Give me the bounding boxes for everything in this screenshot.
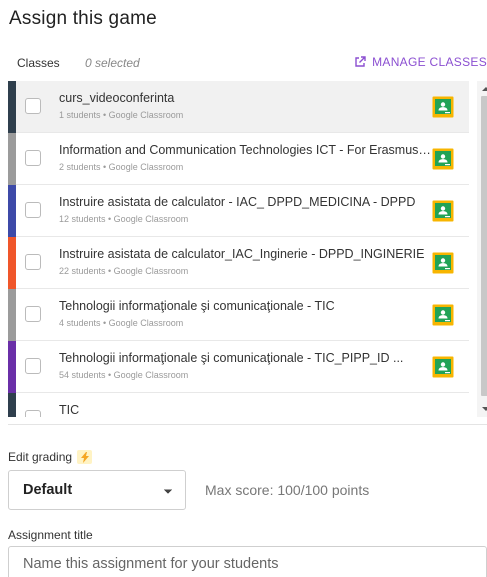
external-link-icon — [355, 56, 366, 67]
chevron-down-icon — [163, 489, 173, 494]
manage-classes-label: MANAGE CLASSES — [372, 55, 487, 69]
class-checkbox[interactable] — [25, 410, 41, 417]
google-classroom-icon — [432, 148, 454, 170]
scrollbar-thumb[interactable] — [481, 96, 487, 396]
selected-count: 0 selected — [85, 56, 140, 70]
class-name: Instruire asistata de calculator - IAC_ … — [59, 195, 416, 209]
class-meta: 22 students • Google Classroom — [59, 266, 189, 276]
class-row[interactable]: curs_videoconferinta 1 students • Google … — [8, 81, 469, 133]
class-meta: 12 students • Google Classroom — [59, 214, 189, 224]
class-list-scrollbar[interactable] — [477, 81, 487, 417]
google-classroom-icon — [432, 356, 454, 378]
class-checkbox[interactable] — [25, 254, 41, 270]
class-checkbox[interactable] — [25, 98, 41, 114]
assignment-title-label: Assignment title — [8, 528, 93, 542]
google-classroom-icon — [432, 252, 454, 274]
page-title: Assign this game — [9, 8, 157, 29]
class-color-bar — [8, 185, 16, 237]
section-divider — [8, 424, 487, 425]
assignment-title-input[interactable] — [8, 546, 487, 577]
class-name: curs_videoconferinta — [59, 91, 175, 105]
class-row[interactable]: Information and Communication Technologi… — [8, 133, 469, 185]
class-checkbox[interactable] — [25, 306, 41, 322]
class-row[interactable]: Tehnologii informaţionale şi comunicaţio… — [8, 341, 469, 393]
class-color-bar — [8, 289, 16, 341]
google-classroom-icon — [432, 96, 454, 118]
lightning-bolt-icon — [77, 450, 93, 464]
class-meta: 54 students • Google Classroom — [59, 370, 189, 380]
scroll-up-icon[interactable] — [481, 84, 487, 94]
class-row[interactable]: Instruire asistata de calculator_IAC_Ing… — [8, 237, 469, 289]
class-row[interactable]: TIC — [8, 393, 469, 417]
class-name: Information and Communication Technologi… — [59, 143, 431, 157]
class-row[interactable]: Tehnologii informaţionale şi comunicaţio… — [8, 289, 469, 341]
max-score-text: Max score: 100/100 points — [205, 482, 370, 498]
class-name: Instruire asistata de calculator_IAC_Ing… — [59, 247, 425, 261]
class-color-bar — [8, 81, 16, 133]
class-row[interactable]: Instruire asistata de calculator - IAC_ … — [8, 185, 469, 237]
manage-classes-link[interactable]: MANAGE CLASSES — [354, 55, 487, 69]
class-list: curs_videoconferinta 1 students • Google … — [8, 81, 469, 417]
class-checkbox[interactable] — [25, 150, 41, 166]
grading-select[interactable]: Default — [8, 470, 186, 510]
class-name: TIC — [59, 403, 80, 417]
grading-select-value: Default — [23, 482, 73, 498]
google-classroom-icon — [432, 200, 454, 222]
class-name: Tehnologii informaţionale şi comunicaţio… — [59, 299, 335, 313]
classes-header: Classes 0 selected MANAGE CLASSES — [17, 55, 487, 72]
class-list-container[interactable]: curs_videoconferinta 1 students • Google … — [8, 81, 487, 417]
class-color-bar — [8, 341, 16, 393]
class-color-bar — [8, 393, 16, 417]
google-classroom-icon — [432, 304, 454, 326]
classes-label: Classes — [17, 56, 60, 70]
class-meta: 1 students • Google Classroom — [59, 110, 184, 120]
scroll-down-icon[interactable] — [481, 404, 487, 414]
edit-grading-label: Edit grading — [8, 450, 73, 464]
class-color-bar — [8, 237, 16, 289]
edit-grading-header: Edit grading — [8, 450, 93, 464]
class-meta: 4 students • Google Classroom — [59, 318, 184, 328]
class-checkbox[interactable] — [25, 358, 41, 374]
class-color-bar — [8, 133, 16, 185]
class-meta: 2 students • Google Classroom — [59, 162, 184, 172]
class-name: Tehnologii informaţionale şi comunicaţio… — [59, 351, 404, 365]
class-checkbox[interactable] — [25, 202, 41, 218]
